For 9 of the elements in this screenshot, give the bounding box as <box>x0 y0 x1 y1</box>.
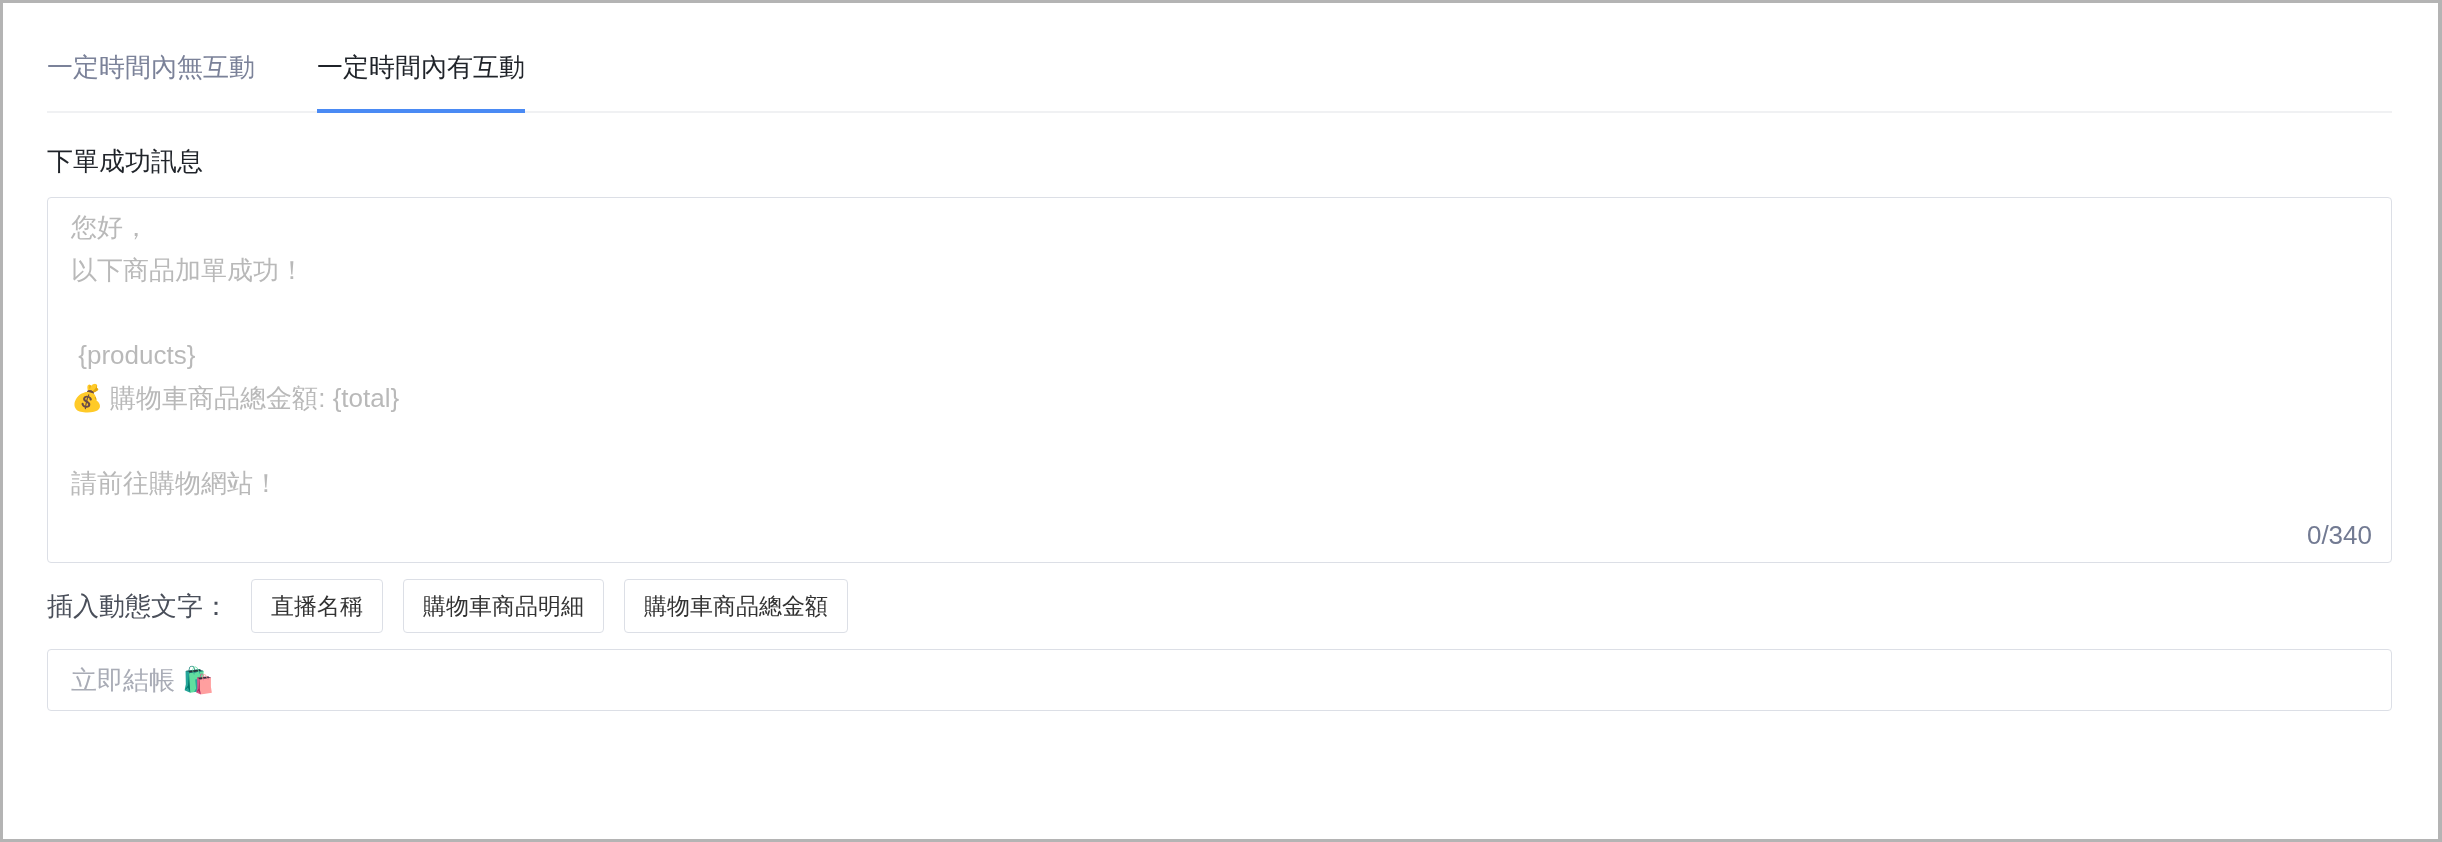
tab[interactable]: 一定時間內無互動 <box>47 47 255 113</box>
tab[interactable]: 一定時間內有互動 <box>317 47 525 113</box>
insert-button[interactable]: 直播名稱 <box>251 579 383 633</box>
button-text-field[interactable]: 立即結帳 🛍 <box>47 649 2392 711</box>
insert-label: 插入動態文字： <box>47 590 229 623</box>
message-label: 下單成功訊息 <box>47 145 203 178</box>
insert-button[interactable]: 購物車商品總金額 <box>624 579 848 633</box>
character-counter: 0/340 <box>2306 519 2372 551</box>
insert-button[interactable]: 購物車商品明細 <box>403 579 604 633</box>
